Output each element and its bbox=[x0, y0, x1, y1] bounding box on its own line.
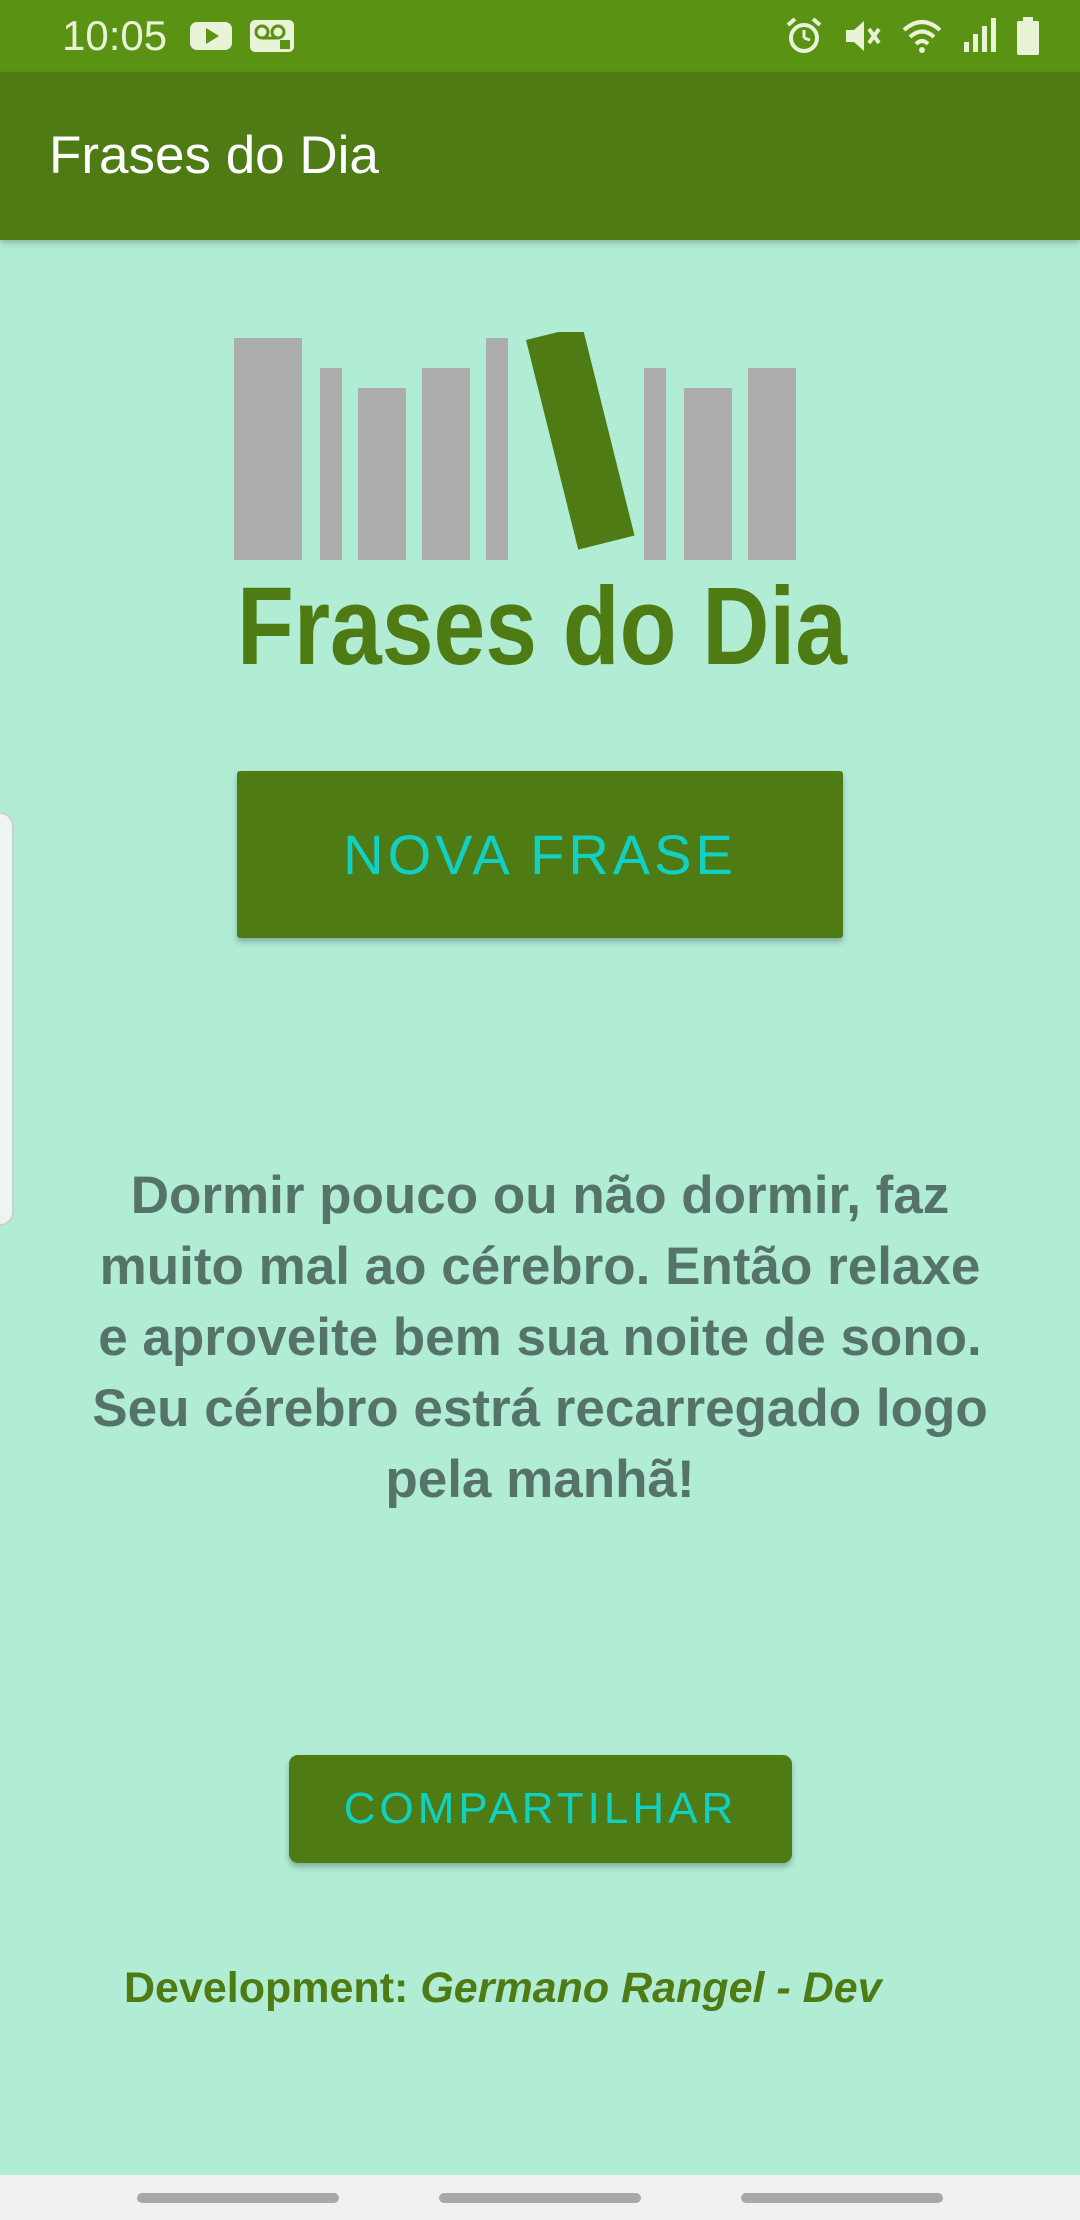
nav-home-pill[interactable] bbox=[439, 2193, 641, 2203]
nav-recent-apps-pill[interactable] bbox=[137, 2193, 339, 2203]
app-logo: Frases do Dia bbox=[234, 332, 848, 672]
new-quote-button[interactable]: NOVA FRASE bbox=[237, 771, 843, 938]
youtube-icon bbox=[190, 16, 232, 61]
share-button[interactable]: COMPARTILHAR bbox=[289, 1755, 792, 1863]
status-bar: 10:05 bbox=[0, 0, 1080, 72]
nav-back-pill[interactable] bbox=[741, 2193, 943, 2203]
mute-icon bbox=[842, 16, 882, 61]
status-right-icons bbox=[784, 16, 1040, 61]
logo-text: Frases do Dia bbox=[237, 565, 848, 672]
developer-label: Development: bbox=[124, 1964, 409, 2012]
app-title: Frases do Dia bbox=[49, 126, 379, 185]
main-content: Frases do Dia NOVA FRASE Dormir pouco ou… bbox=[0, 240, 1080, 2175]
status-left-icons bbox=[190, 16, 294, 61]
wifi-icon bbox=[900, 16, 944, 61]
navigation-bar bbox=[0, 2175, 1080, 2220]
developer-name: Germano Rangel - Dev bbox=[420, 1964, 882, 2012]
alarm-icon bbox=[784, 16, 824, 61]
app-bar: Frases do Dia bbox=[0, 72, 1080, 240]
battery-icon bbox=[1016, 16, 1040, 61]
status-time: 10:05 bbox=[62, 12, 168, 59]
edge-panel-handle[interactable] bbox=[0, 812, 14, 1226]
developer-credit: Development: Germano Rangel - Dev bbox=[124, 1962, 882, 2014]
voicemail-icon bbox=[250, 16, 294, 61]
signal-icon bbox=[962, 16, 998, 61]
quote-text: Dormir pouco ou não dormir, faz muito ma… bbox=[92, 1166, 988, 1509]
